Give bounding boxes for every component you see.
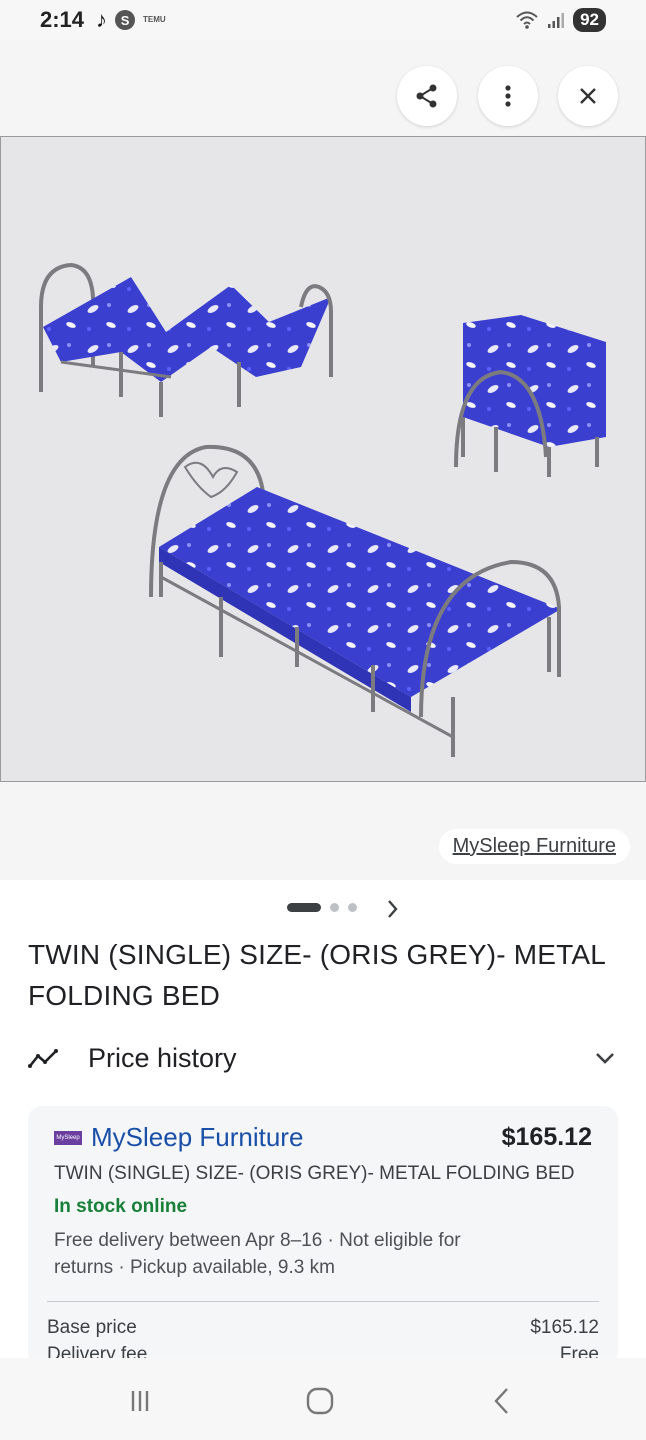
price-history-label: Price history — [88, 1042, 237, 1073]
system-nav-bar — [0, 1358, 646, 1440]
s-app-icon: S — [115, 10, 136, 30]
status-notification-icons: ♪ S TEMU — [96, 7, 166, 33]
image-viewer-footer: MySleep Furniture — [0, 782, 646, 880]
recent-apps-icon — [131, 1391, 149, 1411]
status-system-icons: 92 — [515, 8, 606, 32]
more-vertical-icon — [505, 85, 511, 107]
product-image[interactable] — [0, 136, 646, 782]
image-pager — [0, 896, 646, 918]
home-button[interactable] — [300, 1384, 340, 1418]
status-bar: 2:14 ♪ S TEMU 92 — [0, 0, 646, 40]
signal-icon — [548, 13, 565, 28]
seller-row: MySleep MySleep Furniture $165.12 — [54, 1122, 592, 1153]
offer-title: TWIN (SINGLE) SIZE- (ORIS GREY)- METAL F… — [54, 1163, 575, 1184]
close-button[interactable] — [558, 66, 618, 126]
folding-bed-illustration — [39, 262, 606, 757]
base-price-label: Base price — [47, 1317, 137, 1338]
image-viewer-header — [0, 40, 646, 136]
tiktok-icon: ♪ — [96, 7, 108, 32]
delivery-info: Free delivery between Apr 8–16 · Not eli… — [54, 1230, 461, 1278]
divider — [47, 1301, 599, 1302]
wifi-icon — [516, 11, 538, 29]
close-icon — [580, 88, 596, 104]
pager-dot[interactable] — [348, 903, 357, 912]
price-history-toggle[interactable]: Price history — [28, 1036, 618, 1080]
back-icon — [494, 1388, 508, 1414]
offer-card[interactable]: MySleep MySleep Furniture $165.12 TWIN (… — [28, 1106, 618, 1366]
seller-logo: MySleep — [54, 1130, 82, 1145]
more-options-button[interactable] — [478, 66, 538, 126]
chevron-down-icon — [596, 1053, 614, 1064]
folded-bed — [454, 315, 606, 477]
share-button[interactable] — [397, 66, 457, 126]
trending-icon — [28, 1049, 58, 1068]
offer-price: $165.12 — [501, 1123, 592, 1151]
temu-icon: TEMU — [143, 15, 166, 24]
chevron-right-icon[interactable] — [385, 898, 401, 920]
seller-link[interactable]: MySleep Furniture — [91, 1122, 303, 1153]
product-title: TWIN (SINGLE) SIZE- (ORIS GREY)- METAL F… — [28, 939, 605, 1011]
home-icon — [306, 1387, 334, 1415]
base-price-value: $165.12 — [530, 1317, 599, 1338]
recent-apps-button[interactable] — [120, 1384, 160, 1418]
zigzag-bed — [39, 262, 333, 417]
pager-dot-active[interactable] — [287, 903, 321, 912]
stock-status: In stock online — [54, 1196, 188, 1217]
back-button[interactable] — [482, 1384, 522, 1418]
share-icon — [416, 84, 437, 108]
status-time: 2:14 — [40, 7, 85, 32]
pager-dot[interactable] — [330, 903, 339, 912]
battery-icon: 92 — [573, 8, 606, 32]
image-source-link[interactable]: MySleep Furniture — [438, 829, 630, 864]
open-bed — [149, 444, 561, 757]
